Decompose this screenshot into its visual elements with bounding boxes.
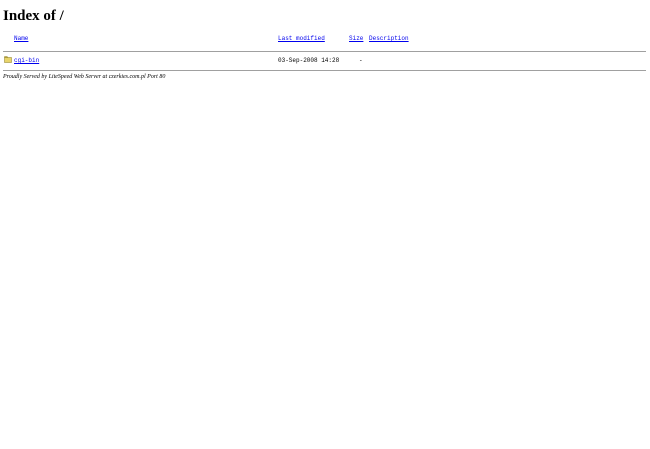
sort-by-description-link[interactable]: Description bbox=[369, 35, 409, 43]
sort-by-size-link[interactable]: Size bbox=[349, 35, 363, 43]
page-title: Index of / bbox=[3, 8, 64, 24]
sort-by-name-link[interactable]: Name bbox=[14, 35, 28, 43]
size-value: - bbox=[359, 57, 363, 64]
server-signature: Proudly Served by LiteSpeed Web Server a… bbox=[3, 74, 166, 80]
last-modified-value: 03-Sep-2008 14:28 bbox=[278, 57, 340, 64]
sort-by-last-modified-link[interactable]: Last modified bbox=[278, 35, 325, 43]
folder-icon bbox=[4, 56, 12, 63]
footer-divider bbox=[3, 70, 646, 71]
directory-link-cgi-bin[interactable]: cgi-bin bbox=[14, 57, 39, 65]
header-divider bbox=[3, 51, 646, 52]
